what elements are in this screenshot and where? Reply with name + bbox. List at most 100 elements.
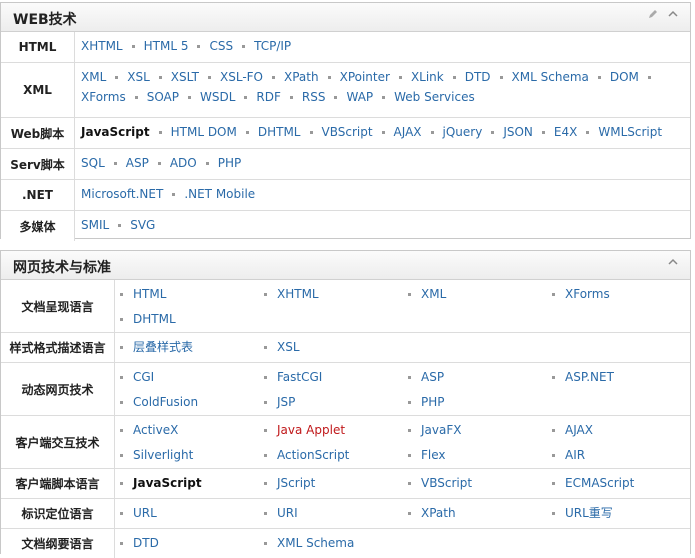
separator-icon [272,76,275,79]
standard-row: 样式格式描述语言 层叠样式表 XSL [1,333,690,363]
tech-link[interactable]: WSDL [200,90,235,104]
tech-link[interactable]: URL重写 [565,506,613,520]
tech-link[interactable]: JSP [277,395,295,409]
tech-link[interactable]: VBScript [421,476,472,490]
tech-link[interactable]: XML Schema [512,70,589,84]
tech-link[interactable]: PHP [218,156,242,170]
standard-row: 文档纲要语言 DTD XML Schema [1,529,690,558]
grid-cell: ECMAScript [552,471,682,496]
tech-link[interactable]: WMLScript [598,125,662,139]
standard-row: 标识定位语言 URL URI XPath URL重写 [1,499,690,529]
tech-link[interactable]: HTML DOM [171,125,237,139]
tech-link[interactable]: DTD [133,536,159,550]
chevron-up-icon[interactable] [666,9,680,23]
tech-link[interactable]: JSON [503,125,533,139]
tech-link[interactable]: HTML 5 [144,39,189,53]
tech-link[interactable]: URI [277,506,298,520]
row-label: Serv脚本 [1,149,75,179]
tech-link[interactable]: XHTML [81,39,123,53]
bullet-icon [408,482,411,485]
tech-link[interactable]: XLink [411,70,444,84]
tech-link[interactable]: XPointer [340,70,390,84]
tech-link[interactable]: .NET Mobile [184,187,255,201]
bullet-icon [120,482,123,485]
bullet-icon [552,482,555,485]
panel-title: WEB技术 [13,12,77,28]
tech-link[interactable]: SVG [130,218,155,232]
tech-link[interactable]: ADO [170,156,197,170]
tech-link[interactable]: AJAX [394,125,422,139]
tech-link[interactable]: SQL [81,156,105,170]
panel-header: 网页技术与标准 [1,251,690,280]
separator-icon [327,76,331,79]
tech-link[interactable]: 层叠样式表 [133,340,193,354]
bullet-icon [552,293,555,296]
tech-link[interactable]: XForms [565,287,610,301]
tech-link[interactable]: Flex [421,448,446,462]
tech-link[interactable]: XSLT [171,70,199,84]
tech-link[interactable]: JavaScript [133,476,202,490]
tech-link[interactable]: JavaScript [81,125,150,139]
tech-link[interactable]: ColdFusion [133,395,198,409]
tech-link[interactable]: ActionScript [277,448,349,462]
tech-link[interactable]: ASP [126,156,149,170]
grid-cell: XPath [408,501,552,526]
tech-link[interactable]: XSL-FO [220,70,263,84]
tech-link[interactable]: XSL [277,340,300,354]
tech-link[interactable]: JScript [277,476,315,490]
tech-link[interactable]: E4X [554,125,577,139]
tech-link[interactable]: HTML [133,287,166,301]
tech-link[interactable]: XHTML [277,287,319,301]
link-grid: ActiveX Java Applet JavaFX AJAX Silverlight A… [115,416,690,468]
tech-link[interactable]: DHTML [258,125,301,139]
tech-link[interactable]: TCP/IP [254,39,291,53]
tech-link[interactable]: DOM [610,70,639,84]
tech-link[interactable]: RDF [256,90,280,104]
tech-link[interactable]: AJAX [565,423,593,437]
chevron-up-icon[interactable] [666,257,680,271]
tech-link[interactable]: RSS [302,90,326,104]
link-list: JavaScript HTML DOM DHTML VBScript AJAX jQuer… [75,118,690,148]
tech-link[interactable]: URL [133,506,157,520]
tech-link[interactable]: DHTML [133,312,176,326]
tech-link[interactable]: jQuery [443,125,483,139]
tech-link[interactable]: PHP [421,395,445,409]
tech-link[interactable]: WAP [346,90,373,104]
row-label: HTML [1,32,75,62]
tech-link[interactable]: XML [81,70,106,84]
tech-link[interactable]: VBScript [322,125,373,139]
separator-icon [208,76,211,79]
tech-link[interactable]: ASP.NET [565,370,614,384]
tech-link[interactable]: DTD [465,70,491,84]
tech-link[interactable]: CGI [133,370,154,384]
separator-icon [398,76,402,79]
tech-link[interactable]: JavaFX [421,423,461,437]
tech-link[interactable]: CSS [209,39,233,53]
pencil-icon[interactable] [646,9,660,23]
tech-link[interactable]: AIR [565,448,585,462]
panel-header: WEB技术 [1,3,690,32]
bullet-icon [264,293,267,296]
tech-link[interactable]: Microsoft.NET [81,187,163,201]
tech-link[interactable]: XPath [284,70,319,84]
tech-link[interactable]: ActiveX [133,423,178,437]
tech-link[interactable]: SOAP [147,90,179,104]
separator-icon [188,96,191,99]
row-label: 文档纲要语言 [1,529,115,558]
tech-link[interactable]: XSL [127,70,150,84]
tech-link[interactable]: Java Applet [277,423,345,437]
tech-link[interactable]: XForms [81,90,126,104]
bullet-icon [552,376,555,379]
tech-link[interactable]: FastCGI [277,370,322,384]
tech-link[interactable]: XPath [421,506,456,520]
tech-link[interactable]: ECMAScript [565,476,634,490]
tech-link[interactable]: Silverlight [133,448,193,462]
tech-link[interactable]: XML Schema [277,536,354,550]
tech-link[interactable]: Web Services [394,90,475,104]
bullet-icon [408,454,411,457]
tech-link[interactable]: SMIL [81,218,109,232]
tech-link[interactable]: ASP [421,370,444,384]
tech-link[interactable]: XML [421,287,446,301]
tech-row: XML XML XSL XSLT XSL-FO XPath XPointer XLink DTD… [1,63,690,118]
row-label: XML [1,63,75,117]
